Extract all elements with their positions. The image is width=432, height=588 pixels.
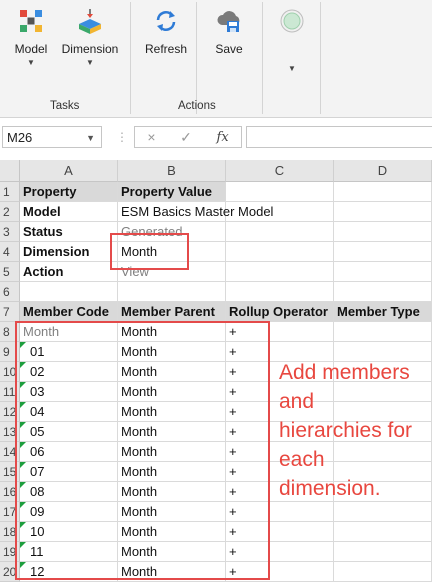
annotation-text: Add members and hierarchies for each dim… [279,361,413,500]
name-box[interactable]: M26 ▼ [2,126,102,148]
actions-group-label: Actions [178,100,216,112]
property-value-cell[interactable]: ESM Basics Master Model [118,202,273,222]
cloud-save-icon [208,6,250,36]
insert-function-icon[interactable]: fx [217,130,229,145]
cell[interactable] [334,242,432,262]
row-header[interactable]: 6 [0,282,20,302]
select-all-corner[interactable] [0,160,20,182]
cell[interactable] [226,282,334,302]
column-header[interactable]: D [334,160,432,182]
ribbon: Model ▼ Dimension ▼ Refresh Save ▼ Tasks… [0,0,432,118]
dimension-icon [58,6,122,36]
group-divider [262,2,263,114]
model-button-label: Model [14,42,48,56]
member-type-cell[interactable] [334,502,432,522]
row-header[interactable]: 7 [0,302,20,322]
cell[interactable] [226,202,334,222]
dimension-highlight-box [110,233,189,270]
cell[interactable] [226,222,334,242]
group-divider [196,2,197,114]
member-header-cell[interactable]: Member Code [20,302,118,322]
enter-icon[interactable]: ✓ [180,129,192,146]
member-type-cell[interactable] [334,322,432,342]
save-button[interactable]: Save [208,6,250,56]
member-type-cell[interactable] [334,522,432,542]
refresh-icon [143,6,189,36]
row-header[interactable]: 5 [0,262,20,282]
chevron-down-icon[interactable]: ▼ [86,127,95,149]
group-divider [320,2,321,114]
refresh-button[interactable]: Refresh [143,6,189,56]
property-header-cell[interactable]: Property Value [118,182,226,202]
members-highlight-box [15,321,270,580]
cancel-icon[interactable]: × [147,129,155,145]
model-button[interactable]: Model ▼ [10,6,52,67]
refresh-button-label: Refresh [144,42,188,56]
tasks-group-label: Tasks [50,100,80,112]
member-header-cell[interactable]: Rollup Operator [226,302,334,322]
cell[interactable] [334,262,432,282]
row-header[interactable]: 4 [0,242,20,262]
model-icon [10,6,52,36]
save-button-label: Save [215,42,243,56]
property-header-cell[interactable] [334,182,432,202]
property-name-cell[interactable]: Status [20,222,118,242]
row-header[interactable]: 2 [0,202,20,222]
formula-input[interactable] [246,126,432,148]
cell[interactable] [334,222,432,242]
formula-bar: M26 ▼ ⋮ × ✓ fx [0,118,432,158]
property-header-cell[interactable] [226,182,334,202]
property-name-cell[interactable]: Action [20,262,118,282]
member-type-cell[interactable] [334,542,432,562]
row-header[interactable]: 1 [0,182,20,202]
name-box-value: M26 [7,130,33,145]
more-icon: ⋮ [116,130,128,144]
cell[interactable] [226,242,334,262]
property-header-cell[interactable]: Property [20,182,118,202]
dimension-button-label: Dimension [61,42,119,56]
property-name-cell[interactable]: Dimension [20,242,118,262]
row-header[interactable]: 3 [0,222,20,242]
member-type-cell[interactable] [334,562,432,582]
member-header-cell[interactable]: Member Parent [118,302,226,322]
status-circle-icon [276,6,308,36]
column-header[interactable]: B [118,160,226,182]
column-header[interactable]: C [226,160,334,182]
group-divider [130,2,131,114]
cell[interactable] [118,282,226,302]
cell[interactable] [226,262,334,282]
chevron-down-icon: ▼ [27,58,35,67]
chevron-down-icon: ▼ [288,64,296,73]
cell[interactable] [20,282,118,302]
cell[interactable] [334,202,432,222]
status-button[interactable]: ▼ [276,6,308,73]
formula-controls: × ✓ fx [134,126,242,148]
dimension-button[interactable]: Dimension ▼ [58,6,122,67]
member-header-cell[interactable]: Member Type [334,302,432,322]
column-header[interactable]: A [20,160,118,182]
chevron-down-icon: ▼ [86,58,94,67]
property-name-cell[interactable]: Model [20,202,118,222]
cell[interactable] [334,282,432,302]
